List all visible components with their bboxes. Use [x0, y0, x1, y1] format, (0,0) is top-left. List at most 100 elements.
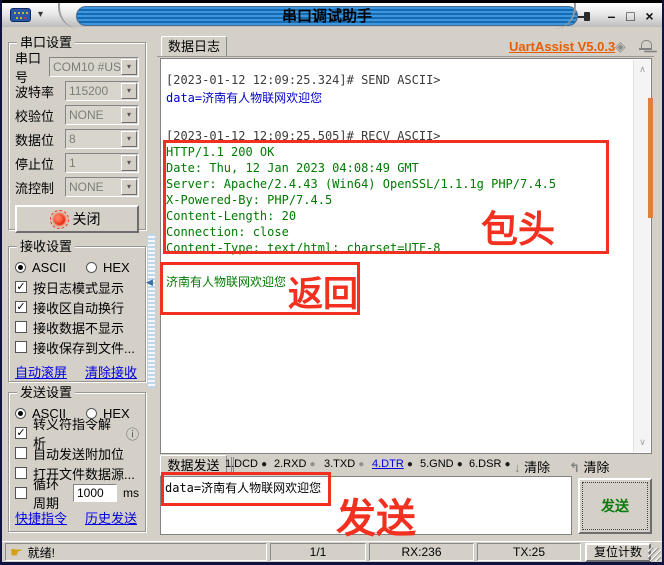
log-line: data=济南有人物联网欢迎您	[166, 89, 629, 113]
parity-select[interactable]: NONE ▾	[65, 105, 139, 125]
pin-rxd-dot: ●	[309, 459, 315, 470]
clear-receive-label: 清除	[524, 460, 550, 475]
info-icon[interactable]: ⓘ	[126, 424, 139, 443]
close-port-button[interactable]: 关闭	[15, 205, 139, 233]
bell-icon[interactable]	[639, 39, 653, 53]
port-label: 串口号	[15, 48, 49, 86]
auto-wrap-label: 接收区自动换行	[33, 298, 124, 317]
resize-grip[interactable]	[648, 548, 661, 561]
receive-settings-title: 接收设置	[17, 239, 75, 254]
tab-data-log[interactable]: 数据日志	[161, 36, 227, 57]
scroll-down-icon[interactable]: ∨	[634, 437, 651, 448]
pin-dtr[interactable]: 4.DTR ●	[372, 458, 413, 470]
clear-receive-link[interactable]: 清除接收	[85, 362, 137, 381]
recv-hex-radio[interactable]	[86, 262, 97, 273]
history-send-link[interactable]: 历史发送	[85, 508, 137, 527]
port-select[interactable]: COM10 #US ▾	[49, 57, 139, 77]
log-mode-label: 按日志模式显示	[33, 278, 124, 297]
cycle-checkbox[interactable]	[15, 487, 27, 499]
pin-rxd: 2.RXD ●	[274, 458, 316, 470]
pin-dtr-dot: ●	[407, 459, 413, 470]
hide-recv-label: 接收数据不显示	[33, 318, 124, 337]
close-port-label: 关闭	[73, 209, 101, 229]
collapse-panel-icon[interactable]: ◀	[146, 277, 153, 288]
close-button[interactable]: ×	[641, 8, 658, 25]
clear-receive-action[interactable]: ↓ 清除	[514, 457, 550, 476]
led-status-icon	[54, 214, 65, 225]
app-window: ▾ 串口调试助手 – □ × 串口设置 串口号 COM10 #US ▾ 波特率 …	[0, 0, 664, 565]
send-hex-radio[interactable]	[86, 408, 97, 419]
pin-txd-dot: ●	[358, 459, 364, 470]
flowctrl-select[interactable]: NONE ▾	[65, 177, 139, 197]
send-button-label: 发送	[601, 496, 629, 516]
scroll-up-icon[interactable]: ∧	[634, 64, 651, 75]
stopbits-select[interactable]: 1 ▾	[65, 153, 139, 173]
status-rx-segment: RX:236	[369, 543, 474, 561]
pin-icon[interactable]	[578, 11, 592, 23]
panel-splitter[interactable]	[148, 234, 155, 388]
send-section: 数据发送 1.DCD ● 2.RXD ● 3.TXD ● 4.DTR ● 5.G…	[157, 455, 664, 539]
parity-field-row: 校验位 NONE ▾	[15, 105, 139, 125]
databits-select[interactable]: 8 ▾	[65, 129, 139, 149]
edge-marker-bar	[648, 98, 653, 218]
status-ready-text: 就绪!	[28, 544, 55, 561]
file-source-checkbox[interactable]	[15, 467, 27, 479]
system-menu-arrow-icon[interactable]: ▾	[38, 9, 43, 20]
hide-recv-checkbox[interactable]	[15, 321, 27, 333]
send-ascii-radio[interactable]	[15, 408, 26, 419]
port-field-row: 串口号 COM10 #US ▾	[15, 57, 139, 77]
auto-append-checkbox[interactable]	[15, 447, 27, 459]
recv-ascii-radio[interactable]	[15, 262, 26, 273]
annotation-send-box	[161, 472, 331, 506]
databits-field-row: 数据位 8 ▾	[15, 129, 139, 149]
combo-arrow-icon[interactable]: ▾	[121, 83, 137, 99]
reset-count-button[interactable]: 复位计数	[585, 543, 651, 562]
flowctrl-field-row: 流控制 NONE ▾	[15, 177, 139, 197]
tabstrip-divider	[157, 56, 654, 57]
status-tx-text: TX:25	[513, 545, 545, 559]
parity-label: 校验位	[15, 106, 65, 125]
pin-dsr: 6.DSR ●	[469, 458, 511, 470]
window-title: 串口调试助手	[76, 6, 578, 26]
parity-value: NONE	[66, 108, 121, 122]
baud-select[interactable]: 115200 ▾	[65, 81, 139, 101]
annotation-header-label: 包头	[481, 211, 555, 248]
status-ready-segment: ☛ 就绪!	[5, 543, 267, 561]
cycle-period-input[interactable]	[73, 484, 117, 502]
databits-label: 数据位	[15, 130, 65, 149]
data-log-area[interactable]: [2023-01-12 12:09:25.324]# SEND ASCII> d…	[160, 58, 652, 454]
gem-icon[interactable]: ◈	[615, 38, 626, 55]
combo-arrow-icon[interactable]: ▾	[121, 59, 137, 75]
cycle-label: 循环周期	[33, 474, 67, 512]
auto-wrap-checkbox[interactable]	[15, 301, 27, 313]
pin-dcd: 1.DCD ●	[225, 458, 267, 470]
status-rx-text: RX:236	[401, 545, 441, 559]
auto-append-label: 自动发送附加位	[33, 444, 124, 463]
log-mode-checkbox[interactable]	[15, 281, 27, 293]
combo-arrow-icon[interactable]: ▾	[121, 107, 137, 123]
auto-scroll-link[interactable]: 自动滚屏	[15, 362, 67, 381]
maximize-button[interactable]: □	[622, 8, 639, 25]
up-arrow-icon: ↰	[569, 460, 580, 475]
combo-arrow-icon[interactable]: ▾	[121, 179, 137, 195]
statusbar: ☛ 就绪! 1/1 RX:236 TX:25 复位计数	[2, 541, 662, 562]
send-settings-group: 发送设置 ASCII HEX 转义符指令解析 ⓘ 自动发送附加位 打开文件数据源…	[8, 392, 146, 532]
save-to-file-label: 接收保存到文件...	[33, 338, 135, 357]
clear-send-action[interactable]: ↰ 清除	[569, 457, 610, 476]
serial-settings-title: 串口设置	[17, 35, 75, 50]
save-to-file-checkbox[interactable]	[15, 341, 27, 353]
quick-commands-link[interactable]: 快捷指令	[15, 508, 67, 527]
combo-arrow-icon[interactable]: ▾	[121, 155, 137, 171]
serial-settings-group: 串口设置 串口号 COM10 #US ▾ 波特率 115200 ▾ 校验位 NO…	[8, 42, 146, 230]
escape-parse-checkbox[interactable]	[15, 427, 27, 439]
send-button[interactable]: 发送	[578, 478, 652, 534]
stopbits-value: 1	[66, 156, 121, 170]
app-icon[interactable]	[10, 8, 31, 22]
flowctrl-label: 流控制	[15, 178, 65, 197]
combo-arrow-icon[interactable]: ▾	[121, 131, 137, 147]
clear-send-label: 清除	[584, 460, 610, 475]
minimize-button[interactable]: –	[603, 8, 620, 25]
receive-settings-group: 接收设置 ASCII HEX 按日志模式显示 接收区自动换行 接收数据不显示 接…	[8, 246, 146, 382]
recv-hex-label: HEX	[103, 260, 130, 275]
version-link[interactable]: UartAssist V5.0.3	[509, 39, 615, 54]
